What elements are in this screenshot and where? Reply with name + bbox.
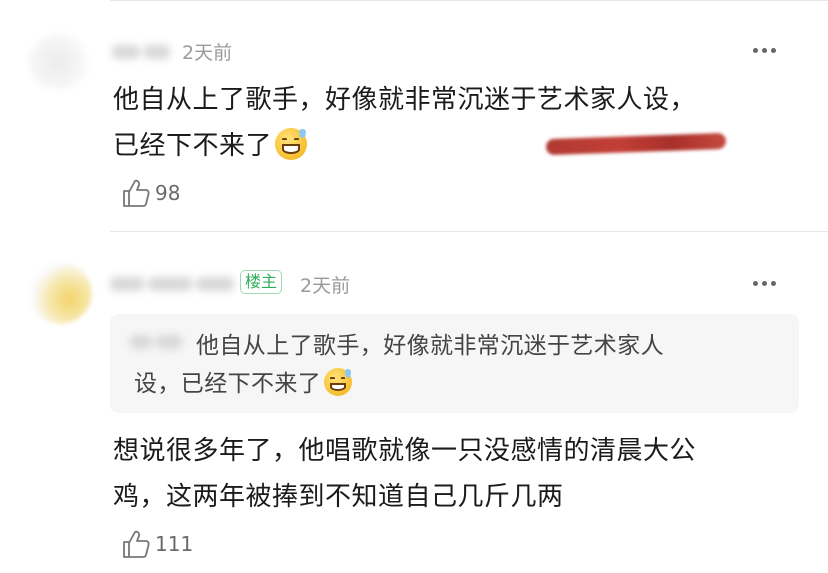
like-button[interactable]: 98: [121, 177, 180, 209]
comment-time: 2天前: [300, 275, 351, 297]
quoted-text-line: 他自从上了歌手，好像就非常沉迷于艺术家人: [196, 333, 664, 359]
grinning-sweat-emoji: [275, 127, 308, 160]
comment-text-fragment: 已经下不来了: [113, 131, 273, 161]
more-dots-icon[interactable]: [753, 48, 776, 53]
avatar[interactable]: [28, 262, 92, 324]
thumbs-up-icon: [123, 179, 150, 207]
divider: [110, 0, 828, 1]
like-count: 98: [155, 181, 181, 205]
quoted-username-redacted: [130, 334, 186, 353]
avatar[interactable]: [28, 34, 92, 90]
comment-text: 想说很多年了，他唱歌就像一只没感情的清晨大公 鸡，这两年被捧到不知道自己几斤几两: [113, 428, 696, 520]
like-count: 111: [155, 532, 194, 556]
username-redacted[interactable]: [110, 276, 238, 295]
comment-text-line: 鸡，这两年被捧到不知道自己几斤几两: [113, 482, 564, 512]
comment-text: 他自从上了歌手，好像就非常沉迷于艺术家人设， 已经下不来了: [113, 77, 696, 169]
quoted-text-line: 设，已经下不来了: [134, 365, 353, 403]
thumbs-up-icon: [123, 530, 150, 558]
comment-time: 2天前: [182, 42, 233, 64]
grinning-sweat-emoji: [324, 368, 353, 396]
comment-text-line: 他自从上了歌手，好像就非常沉迷于艺术家人设，: [113, 85, 697, 115]
more-dots-icon[interactable]: [753, 281, 776, 286]
comment-text-line: 想说很多年了，他唱歌就像一只没感情的清晨大公: [113, 436, 697, 466]
divider: [110, 231, 828, 232]
like-button[interactable]: 111: [121, 528, 193, 560]
op-badge: 楼主: [240, 270, 283, 294]
username-redacted[interactable]: [112, 44, 174, 63]
quoted-text-fragment: 设，已经下不来了: [134, 371, 322, 397]
